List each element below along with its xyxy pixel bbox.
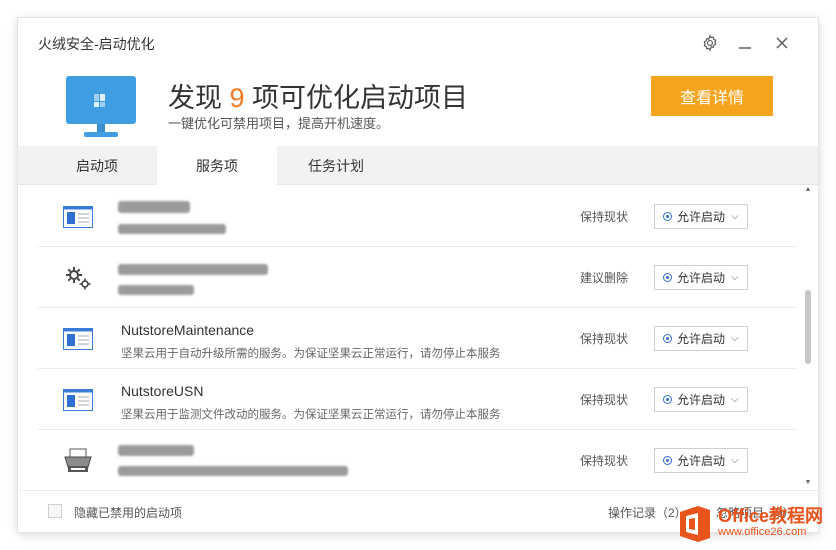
service-name: NutstoreUSN: [121, 383, 204, 399]
list-item: NutstoreUSN 坚果云用于监测文件改动的服务。为保证坚果云正常运行，请勿…: [38, 369, 798, 430]
monitor-icon: [66, 76, 136, 137]
close-button[interactable]: [771, 32, 793, 54]
redacted-name: [118, 445, 194, 456]
startup-mode-select[interactable]: 允许启动 ⌵: [654, 448, 748, 473]
service-name: NutstoreMaintenance: [121, 322, 255, 338]
row-status: 建议删除: [580, 271, 629, 285]
radio-icon: [663, 212, 672, 221]
select-value: 允许启动: [677, 210, 726, 224]
gears-icon: [62, 263, 94, 293]
window-app-icon: [62, 385, 94, 415]
startup-mode-select[interactable]: 允许启动 ⌵: [654, 204, 748, 229]
minimize-icon: [739, 47, 751, 49]
chevron-down-icon: ⌵: [731, 394, 739, 405]
row-status: 保持现状: [580, 393, 629, 407]
hide-disabled-label[interactable]: 隐藏已禁用的启动项: [74, 504, 182, 521]
radio-icon: [663, 456, 672, 465]
select-value: 允许启动: [677, 271, 726, 285]
watermark-brand: Office教程网: [718, 506, 824, 526]
radio-icon: [663, 395, 672, 404]
list-scrollbar[interactable]: ▲ ▼: [803, 186, 813, 489]
service-description: 坚果云用于监测文件改动的服务。为保证坚果云正常运行，请勿停止本服务: [121, 409, 501, 421]
row-status: 保持现状: [580, 210, 629, 224]
radio-icon: [663, 273, 672, 282]
site-watermark: Office教程网 www.office26.com: [670, 500, 836, 548]
header-subline: 一键优化可禁用项目，提高开机速度。: [168, 116, 390, 131]
redacted-desc: [118, 466, 348, 476]
tab-bar: 启动项 服务项 任务计划: [18, 146, 818, 186]
optimizable-count: 9: [229, 83, 245, 113]
headline: 发现 9 项可优化启动项目: [168, 76, 468, 115]
scroll-up-icon[interactable]: ▲: [803, 186, 813, 196]
startup-optimizer-window: 火绒安全-启动优化 发现 9 项可优化启动项目 一键优化可禁用项目，提高开机速度…: [18, 18, 818, 532]
row-status: 保持现状: [580, 332, 629, 346]
startup-mode-select[interactable]: 允许启动 ⌵: [654, 326, 748, 351]
headline-prefix: 发现: [168, 83, 230, 113]
service-description: 坚果云用于自动升级所需的服务。为保证坚果云正常运行，请勿停止本服务: [121, 348, 501, 360]
tab-service-items[interactable]: 服务项: [157, 146, 277, 186]
tab-startup-items[interactable]: 启动项: [37, 146, 157, 185]
chevron-down-icon: ⌵: [731, 211, 739, 222]
list-item: NutstoreMaintenance 坚果云用于自动升级所需的服务。为保证坚果…: [38, 308, 798, 369]
close-icon: [776, 37, 788, 49]
window-title: 火绒安全-启动优化: [38, 36, 155, 52]
redacted-name: [118, 264, 268, 275]
window-app-icon: [62, 324, 94, 354]
settings-button[interactable]: [699, 32, 721, 54]
hide-disabled-checkbox[interactable]: [48, 504, 62, 518]
startup-mode-select[interactable]: 允许启动 ⌵: [654, 265, 748, 290]
optimization-header: 发现 9 项可优化启动项目 一键优化可禁用项目，提高开机速度。 查看详情: [18, 68, 818, 146]
window-app-icon: [62, 202, 94, 232]
chevron-down-icon: ⌵: [731, 455, 739, 466]
select-value: 允许启动: [677, 393, 726, 407]
list-item: 建议删除 允许启动 ⌵: [38, 247, 798, 308]
list-item: 保持现状 允许启动 ⌵: [38, 186, 798, 247]
office-logo-icon: [680, 506, 710, 542]
startup-mode-select[interactable]: 允许启动 ⌵: [654, 387, 748, 412]
list-item: 保持现状 允许启动 ⌵: [38, 430, 798, 489]
title-bar: 火绒安全-启动优化: [18, 18, 818, 68]
redacted-name: [118, 201, 190, 213]
gear-icon: [703, 34, 717, 52]
watermark-url: www.office26.com: [718, 526, 807, 538]
redacted-desc: [118, 224, 226, 234]
redacted-desc: [118, 285, 194, 295]
scroll-thumb[interactable]: [805, 290, 811, 364]
row-status: 保持现状: [580, 454, 629, 468]
service-list: 保持现状 允许启动 ⌵ 建议删除 允许启动 ⌵ NutstoreMaintena…: [18, 186, 818, 489]
select-value: 允许启动: [677, 332, 726, 346]
tab-scheduled-tasks[interactable]: 任务计划: [276, 146, 396, 185]
headline-suffix: 项可优化启动项目: [244, 83, 469, 113]
scroll-down-icon[interactable]: ▼: [803, 479, 813, 489]
radio-icon: [663, 334, 672, 343]
chevron-down-icon: ⌵: [731, 333, 739, 344]
chevron-down-icon: ⌵: [731, 272, 739, 283]
printer-icon: [62, 446, 94, 476]
view-details-button[interactable]: 查看详情: [651, 76, 773, 116]
minimize-button[interactable]: [734, 32, 756, 54]
select-value: 允许启动: [677, 454, 726, 468]
